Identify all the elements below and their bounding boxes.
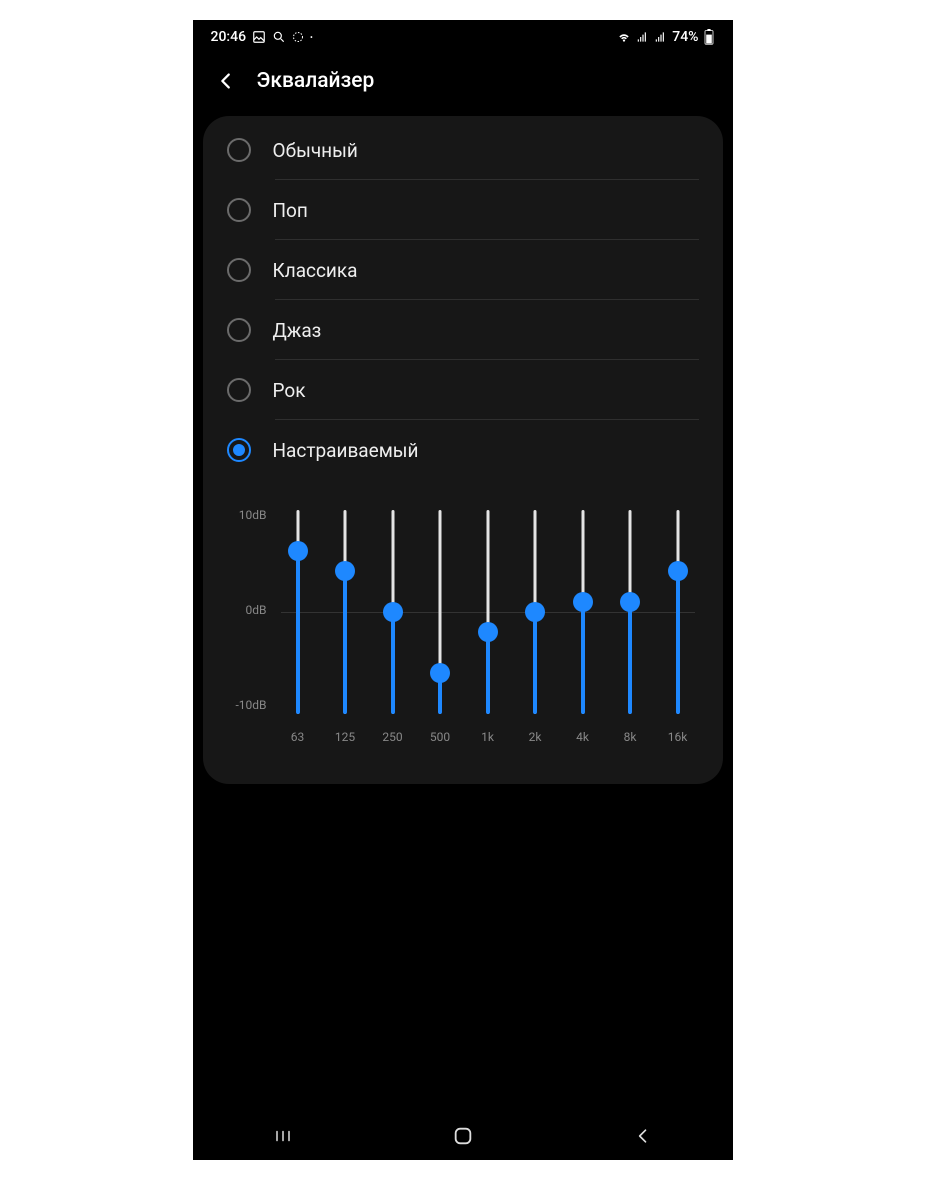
eq-slider[interactable] [342,502,348,722]
freq-label: 125 [328,730,362,744]
gallery-icon [252,30,266,44]
preset-row[interactable]: Джаз [203,300,723,360]
preset-label: Рок [273,379,306,402]
slider-thumb[interactable] [525,602,545,622]
slider-thumb[interactable] [620,592,640,612]
y-label-mid: 0dB [227,603,267,617]
eq-y-axis: 10dB 0dB -10dB [227,502,267,712]
equalizer-area: 10dB 0dB -10dB 63 125 250 500 1k 2k 4k 8k 16k [203,480,723,744]
preset-row[interactable]: Настраиваемый [203,420,723,480]
slider-thumb[interactable] [288,541,308,561]
radio-button[interactable] [227,198,251,222]
slider-thumb[interactable] [573,592,593,612]
loading-icon [292,31,304,43]
slider-thumb[interactable] [383,602,403,622]
freq-label: 1k [471,730,505,744]
freq-label: 8k [613,730,647,744]
page-title: Эквалайзер [257,69,375,93]
preset-label: Классика [273,259,358,282]
eq-slider[interactable] [295,502,301,722]
preset-row[interactable]: Обычный [203,120,723,180]
nav-back-button[interactable] [613,1126,673,1146]
preset-label: Настраиваемый [273,439,419,462]
preset-row[interactable]: Классика [203,240,723,300]
slider-thumb[interactable] [668,561,688,581]
eq-slider[interactable] [532,502,538,722]
radio-button[interactable] [227,438,251,462]
preset-row[interactable]: Поп [203,180,723,240]
freq-label: 250 [376,730,410,744]
signal-icon-1 [636,30,650,44]
eq-slider[interactable] [390,502,396,722]
navigation-bar [193,1112,733,1160]
freq-label: 2k [518,730,552,744]
wifi-icon [616,30,632,44]
battery-icon [703,29,715,45]
y-label-bot: -10dB [227,698,267,712]
slider-thumb[interactable] [335,561,355,581]
slider-thumb[interactable] [478,622,498,642]
search-icon [272,30,286,44]
phone-frame: 20:46 • 74% [193,20,733,1160]
radio-button[interactable] [227,138,251,162]
eq-slider[interactable] [437,502,443,722]
y-label-top: 10dB [227,508,267,522]
preset-label: Джаз [273,319,322,342]
preset-row[interactable]: Рок [203,360,723,420]
recents-button[interactable] [253,1127,313,1145]
settings-panel: Обычный Поп Классика Джаз Рок Настраиваемый 1… [203,116,723,784]
eq-sliders [277,502,699,722]
eq-slider[interactable] [580,502,586,722]
preset-label: Поп [273,199,308,222]
home-button[interactable] [433,1125,493,1147]
freq-label: 16k [661,730,695,744]
status-time: 20:46 [211,29,247,45]
eq-slider[interactable] [627,502,633,722]
status-bar: 20:46 • 74% [193,20,733,54]
battery-text: 74% [672,29,698,45]
eq-slider[interactable] [675,502,681,722]
header: Эквалайзер [193,54,733,116]
dot-icon: • [310,33,313,42]
preset-label: Обычный [273,139,358,162]
freq-label: 63 [281,730,315,744]
radio-button[interactable] [227,258,251,282]
eq-slider[interactable] [485,502,491,722]
slider-thumb[interactable] [430,663,450,683]
signal-icon-2 [654,30,668,44]
radio-button[interactable] [227,318,251,342]
eq-x-axis: 63 125 250 500 1k 2k 4k 8k 16k [277,722,699,744]
freq-label: 500 [423,730,457,744]
radio-button[interactable] [227,378,251,402]
back-button[interactable] [213,68,239,94]
freq-label: 4k [566,730,600,744]
